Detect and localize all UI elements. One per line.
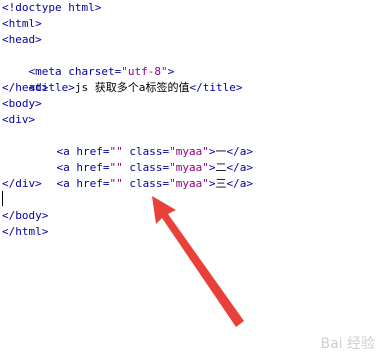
baidu-jingyan-watermark: Bai 经验	[320, 336, 375, 352]
red-arrow-annotation	[152, 196, 244, 327]
arrow-shape-icon	[152, 196, 244, 327]
code-editor[interactable]: <!doctype html> <html> <head> <meta char…	[0, 0, 381, 359]
